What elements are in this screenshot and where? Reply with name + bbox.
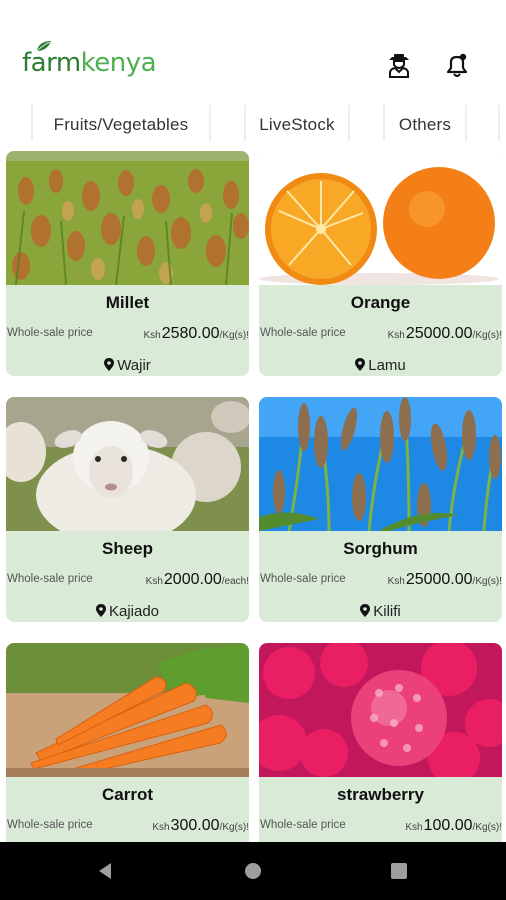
price-value: 2000.00 [163,571,222,588]
price-unit: /each! [221,576,249,587]
tab-others[interactable]: Others [387,105,463,145]
product-image-strawberry [259,643,502,777]
product-price: Ksh2000.00/each! [146,571,249,589]
price-unit: /Kg(s)! [219,330,249,341]
brand-logo: farmkenya [22,41,157,78]
product-price: Ksh2580.00/Kg(s)! [143,325,249,343]
leaf-icon [36,41,51,52]
currency: Ksh [405,822,423,833]
location-name: Lamu [368,357,406,374]
product-image-carrot [6,643,249,777]
product-name: Orange [350,293,411,312]
product-image-sorghum [259,397,502,531]
product-image-orange [259,151,502,285]
tab-divider [31,105,33,141]
currency: Ksh [387,330,405,341]
location-pin-icon [104,358,115,371]
price-unit: /Kg(s)! [472,330,502,341]
product-location: Wajir [6,357,249,374]
price-unit: /Kg(s)! [472,576,502,587]
product-name: Sorghum [343,539,418,558]
category-tabs: Fruits/Vegetables LiveStock Others [0,105,506,145]
product-card-strawberry[interactable]: strawberry Whole-sale price Ksh100.00/Kg… [259,643,502,868]
location-name: Wajir [117,357,151,374]
product-name: Millet [105,293,150,312]
product-card-orange[interactable]: Orange Whole-sale price Ksh25000.00/Kg(s… [259,151,502,376]
location-name: Kajiado [108,603,160,620]
bell-icon[interactable] [443,51,471,79]
system-navigation-bar [0,842,506,900]
product-name: Carrot [101,785,153,804]
home-icon[interactable] [243,861,263,881]
product-price: Ksh300.00/Kg(s)! [152,817,249,835]
app-header: farmkenya [0,0,506,105]
location-name: Kilifi [373,603,401,620]
back-icon[interactable] [95,861,115,881]
product-name: strawberry [337,785,424,804]
price-value: 25000.00 [405,325,473,342]
tab-divider [209,105,211,141]
price-value: 25000.00 [405,571,473,588]
tab-divider [244,105,246,141]
product-price: Ksh100.00/Kg(s)! [405,817,502,835]
product-image-sheep [6,397,249,531]
brand-part-kenya: kenya [80,48,157,78]
tab-livestock[interactable]: LiveStock [248,105,346,145]
product-name: Sheep [101,539,154,558]
location-pin-icon [95,604,106,617]
product-location: Lamu [259,357,502,374]
product-location: Kajiado [6,603,249,620]
currency: Ksh [143,330,161,341]
brand-part-farm: farm [22,48,81,78]
price-label: Whole-sale price [260,327,346,339]
price-label: Whole-sale price [260,573,346,585]
product-card-carrot[interactable]: Carrot Whole-sale price Ksh300.00/Kg(s)! [6,643,249,868]
price-unit: /Kg(s)! [219,822,249,833]
currency: Ksh [145,576,163,587]
price-value: 300.00 [170,817,220,834]
currency: Ksh [387,576,405,587]
farmer-icon[interactable] [385,51,413,79]
tab-divider [498,105,500,141]
product-image-millet [6,151,249,285]
tab-divider [383,105,385,141]
product-location: Kilifi [259,603,502,620]
price-value: 2580.00 [161,325,220,342]
price-label: Whole-sale price [7,573,93,585]
location-pin-icon [355,358,366,371]
product-card-millet[interactable]: Millet Whole-sale price Ksh2580.00/Kg(s)… [6,151,249,376]
location-pin-icon [360,604,371,617]
app-root: farmkenya Fruits/Vegetables LiveStock Ot… [0,0,506,900]
product-price: Ksh25000.00/Kg(s)! [388,325,502,343]
currency: Ksh [152,822,170,833]
product-price: Ksh25000.00/Kg(s)! [388,571,502,589]
product-card-sheep[interactable]: Sheep Whole-sale price Ksh2000.00/each! … [6,397,249,622]
product-card-sorghum[interactable]: Sorghum Whole-sale price Ksh25000.00/Kg(… [259,397,502,622]
price-label: Whole-sale price [7,327,93,339]
tab-divider [348,105,350,141]
price-unit: /Kg(s)! [472,822,502,833]
tab-fruits-vegetables[interactable]: Fruits/Vegetables [35,105,207,145]
price-value: 100.00 [423,817,473,834]
price-label: Whole-sale price [7,819,93,831]
price-label: Whole-sale price [260,819,346,831]
recents-icon[interactable] [389,861,409,881]
tab-divider [465,105,467,141]
